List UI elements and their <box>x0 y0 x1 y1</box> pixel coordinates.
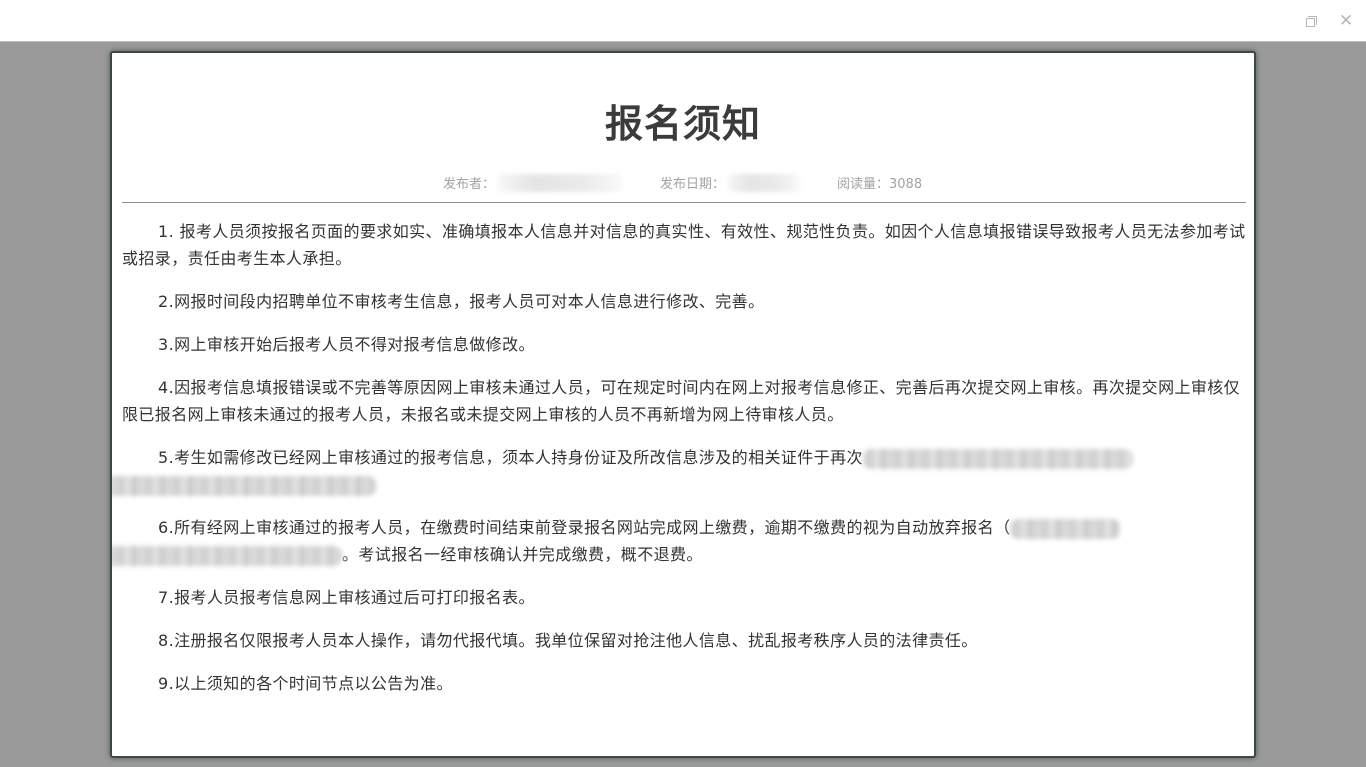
paragraph-8-text: 8.注册报名仅限报考人员本人操作，请勿代报代填。我单位保留对抢注他人信息、扰乱报… <box>158 631 978 650</box>
paragraph-7-text: 7.报考人员报考信息网上审核通过后可打印报名表。 <box>158 588 535 607</box>
restore-icon[interactable] <box>1301 11 1321 31</box>
views-info: 阅读量：3088 <box>837 173 922 192</box>
redacted-block <box>112 545 342 566</box>
paragraph-3-text: 3.网上审核开始后报考人员不得对报考信息做修改。 <box>158 335 535 354</box>
paragraph-1-text: 1. 报考人员须按报名页面的要求如实、准确填报本人信息并对信息的真实性、有效性、… <box>122 222 1246 268</box>
publisher-label: 发布者： <box>443 177 496 192</box>
paragraph-5-text: 5.考生如需修改已经网上审核通过的报考信息，须本人持身份证及所改信息涉及的相关证… <box>158 448 863 467</box>
publisher-info: 发布者： <box>443 173 624 192</box>
title-divider <box>122 202 1246 203</box>
paragraph-9: 9.以上须知的各个时间节点以公告为准。 <box>122 670 1246 697</box>
paragraph-9-text: 9.以上须知的各个时间节点以公告为准。 <box>158 674 453 693</box>
paragraph-6-tail: 。考试报名一经审核确认并完成缴费，概不退费。 <box>342 545 703 564</box>
paragraph-5: 5.考生如需修改已经网上审核通过的报考信息，须本人持身份证及所改信息涉及的相关证… <box>112 444 1246 498</box>
paragraph-2: 2.网报时间段内招聘单位不审核考生信息，报考人员可对本人信息进行修改、完善。 <box>122 288 1246 315</box>
paragraph-4: 4.因报考信息填报错误或不完善等原因网上审核未通过人员，可在规定时间内在网上对报… <box>122 374 1246 428</box>
paragraph-6-text: 6.所有经网上审核通过的报考人员，在缴费时间结束前登录报名网站完成网上缴费，逾期… <box>158 518 1011 537</box>
paragraph-1: 1. 报考人员须按报名页面的要求如实、准确填报本人信息并对信息的真实性、有效性、… <box>122 218 1246 272</box>
notice-title: 报名须知 <box>604 102 761 146</box>
paragraph-4-text: 4.因报考信息填报错误或不完善等原因网上审核未通过人员，可在规定时间内在网上对报… <box>122 378 1241 424</box>
notice-modal: 报名须知 发布者： 发布日期： 阅读量：3088 1. 报考人员须按报名页面的要… <box>110 51 1256 758</box>
redacted-block <box>862 448 1133 469</box>
paragraph-3: 3.网上审核开始后报考人员不得对报考信息做修改。 <box>122 331 1246 358</box>
notice-content: 1. 报考人员须按报名页面的要求如实、准确填报本人信息并对信息的真实性、有效性、… <box>112 218 1246 713</box>
redacted-block <box>1010 518 1121 539</box>
redacted-block <box>112 475 376 496</box>
views-label: 阅读量：3088 <box>837 177 923 192</box>
date-label: 发布日期： <box>660 177 726 192</box>
date-info: 发布日期： <box>660 173 802 192</box>
paragraph-6: 6.所有经网上审核通过的报考人员，在缴费时间结束前登录报名网站完成网上缴费，逾期… <box>112 514 1246 568</box>
window-titlebar: ✕ <box>0 0 1366 42</box>
paragraph-8: 8.注册报名仅限报考人员本人操作，请勿代报代填。我单位保留对抢注他人信息、扰乱报… <box>122 627 1246 654</box>
notice-meta: 发布者： 发布日期： 阅读量：3088 <box>112 173 1254 192</box>
publisher-redacted <box>497 173 624 192</box>
close-icon[interactable]: ✕ <box>1336 11 1356 31</box>
paragraph-7: 7.报考人员报考信息网上审核通过后可打印报名表。 <box>122 584 1246 611</box>
date-redacted <box>727 173 802 192</box>
paragraph-2-text: 2.网报时间段内招聘单位不审核考生信息，报考人员可对本人信息进行修改、完善。 <box>158 292 765 311</box>
